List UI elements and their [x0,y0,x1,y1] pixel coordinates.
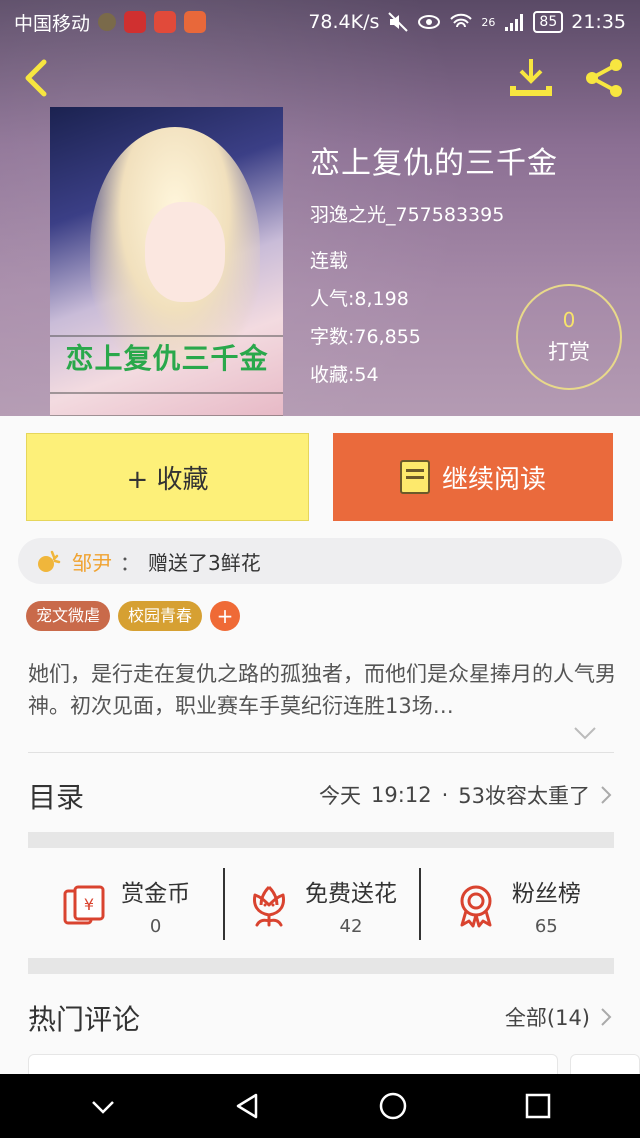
toc-title: 目录 [28,781,85,814]
toc-latest-link[interactable]: 今天 19:12 · 53妆容太重了 [319,780,612,810]
eye-icon [418,15,441,29]
gift-separator: ： [120,550,140,575]
favorite-button[interactable]: + 收藏 [26,433,309,521]
app-notification-icon [98,13,117,31]
book-word-count: 字数:76,855 [310,326,421,348]
tip-count: 0 [562,308,576,332]
all-comments-link[interactable]: 全部(14) [505,1002,612,1032]
book-favorites: 收藏:54 [310,364,379,386]
red-envelope-icon: ¥ [63,885,105,925]
stat-value: 0 [149,915,162,937]
reward-coins-stat[interactable]: ¥ 赏金币 0 [28,862,223,948]
tip-button[interactable]: 0 打赏 [516,284,622,390]
gift-text: 赠送了3鲜花 [148,550,261,575]
stats-row: ¥ 赏金币 0 免费送花 42 粉丝榜 65 [28,862,614,948]
continue-reading-button[interactable]: 继续阅读 [333,433,613,521]
add-tag-button[interactable]: + [210,601,241,631]
stat-label: 粉丝榜 [511,880,581,907]
chevron-right-icon [601,786,612,804]
tag-item[interactable]: 宠文微虐 [26,601,111,631]
status-bar: 中国移动 78.4K/s 26 85 21:35 [0,0,640,44]
time-label: 21:35 [571,11,626,33]
medal-icon [460,885,492,928]
system-navigation-bar [0,1074,640,1138]
tip-label: 打赏 [548,340,590,364]
book-intro: 她们，是行走在复仇之路的孤独者，而他们是众星捧月的人气男神。初次见面，职业赛车手… [28,662,616,718]
stat-value: 42 [339,915,363,937]
book-popularity: 人气:8,198 [310,288,409,310]
network-type: 26 [481,15,496,29]
recent-apps-icon[interactable] [522,1090,554,1122]
toc-date: 今天 [319,784,362,808]
gift-user[interactable]: 邹尹 [72,547,112,576]
cover-face [145,202,225,302]
download-icon[interactable] [506,56,556,100]
signal-icon [505,14,524,31]
gift-notice[interactable]: 邹尹 ： 赠送了3鲜花 [18,538,622,584]
toc-latest-chapter: 53妆容太重了 [458,784,590,808]
flower-icon [253,885,285,927]
cover-title: 恋上复仇三千金 [65,342,269,375]
section-separator [28,958,614,974]
book-cover[interactable]: 恋上复仇三千金 [50,107,283,416]
wifi-icon [450,13,473,28]
book-author[interactable]: 羽逸之光_757583395 [310,200,504,227]
back-nav-icon[interactable] [232,1090,264,1122]
chevron-down-icon[interactable] [572,724,598,742]
paw-notification-icon [124,11,147,33]
back-icon[interactable] [16,56,56,100]
divider [28,752,614,753]
home-nav-icon[interactable] [377,1090,409,1122]
free-flowers-stat[interactable]: 免费送花 42 [223,862,418,948]
svg-text:¥: ¥ [84,895,94,914]
continue-reading-label: 继续阅读 [441,464,546,495]
hot-comments-title: 热门评论 [28,1003,141,1036]
battery-level: 85 [533,11,564,33]
video-notification-icon [184,11,207,33]
book-status: 连载 [310,250,349,272]
toc-time: 19:12 [371,783,432,807]
toc-dot: · [441,783,449,807]
book-title: 恋上复仇的三千金 [310,146,558,181]
stat-value: 65 [534,915,558,937]
chevron-right-icon [601,1008,612,1026]
music-notification-icon [154,11,177,33]
fireworks-icon [38,550,61,572]
stat-label: 免费送花 [304,880,397,907]
stat-label: 赏金币 [121,880,191,907]
network-speed: 78.4K/s [308,11,380,33]
favorite-label: + 收藏 [126,464,209,495]
fan-ranking-stat[interactable]: 粉丝榜 65 [418,862,614,948]
tag-item[interactable]: 校园青春 [118,601,203,631]
book-icon [399,460,430,494]
share-icon[interactable] [580,56,628,100]
tag-list: 宠文微虐 校园青春 + [26,601,241,631]
mute-icon [388,12,409,32]
section-separator [28,832,614,848]
all-comments-label: 全部(14) [504,1006,590,1030]
hide-keyboard-icon[interactable] [87,1090,119,1122]
carrier-label: 中国移动 [14,12,91,35]
